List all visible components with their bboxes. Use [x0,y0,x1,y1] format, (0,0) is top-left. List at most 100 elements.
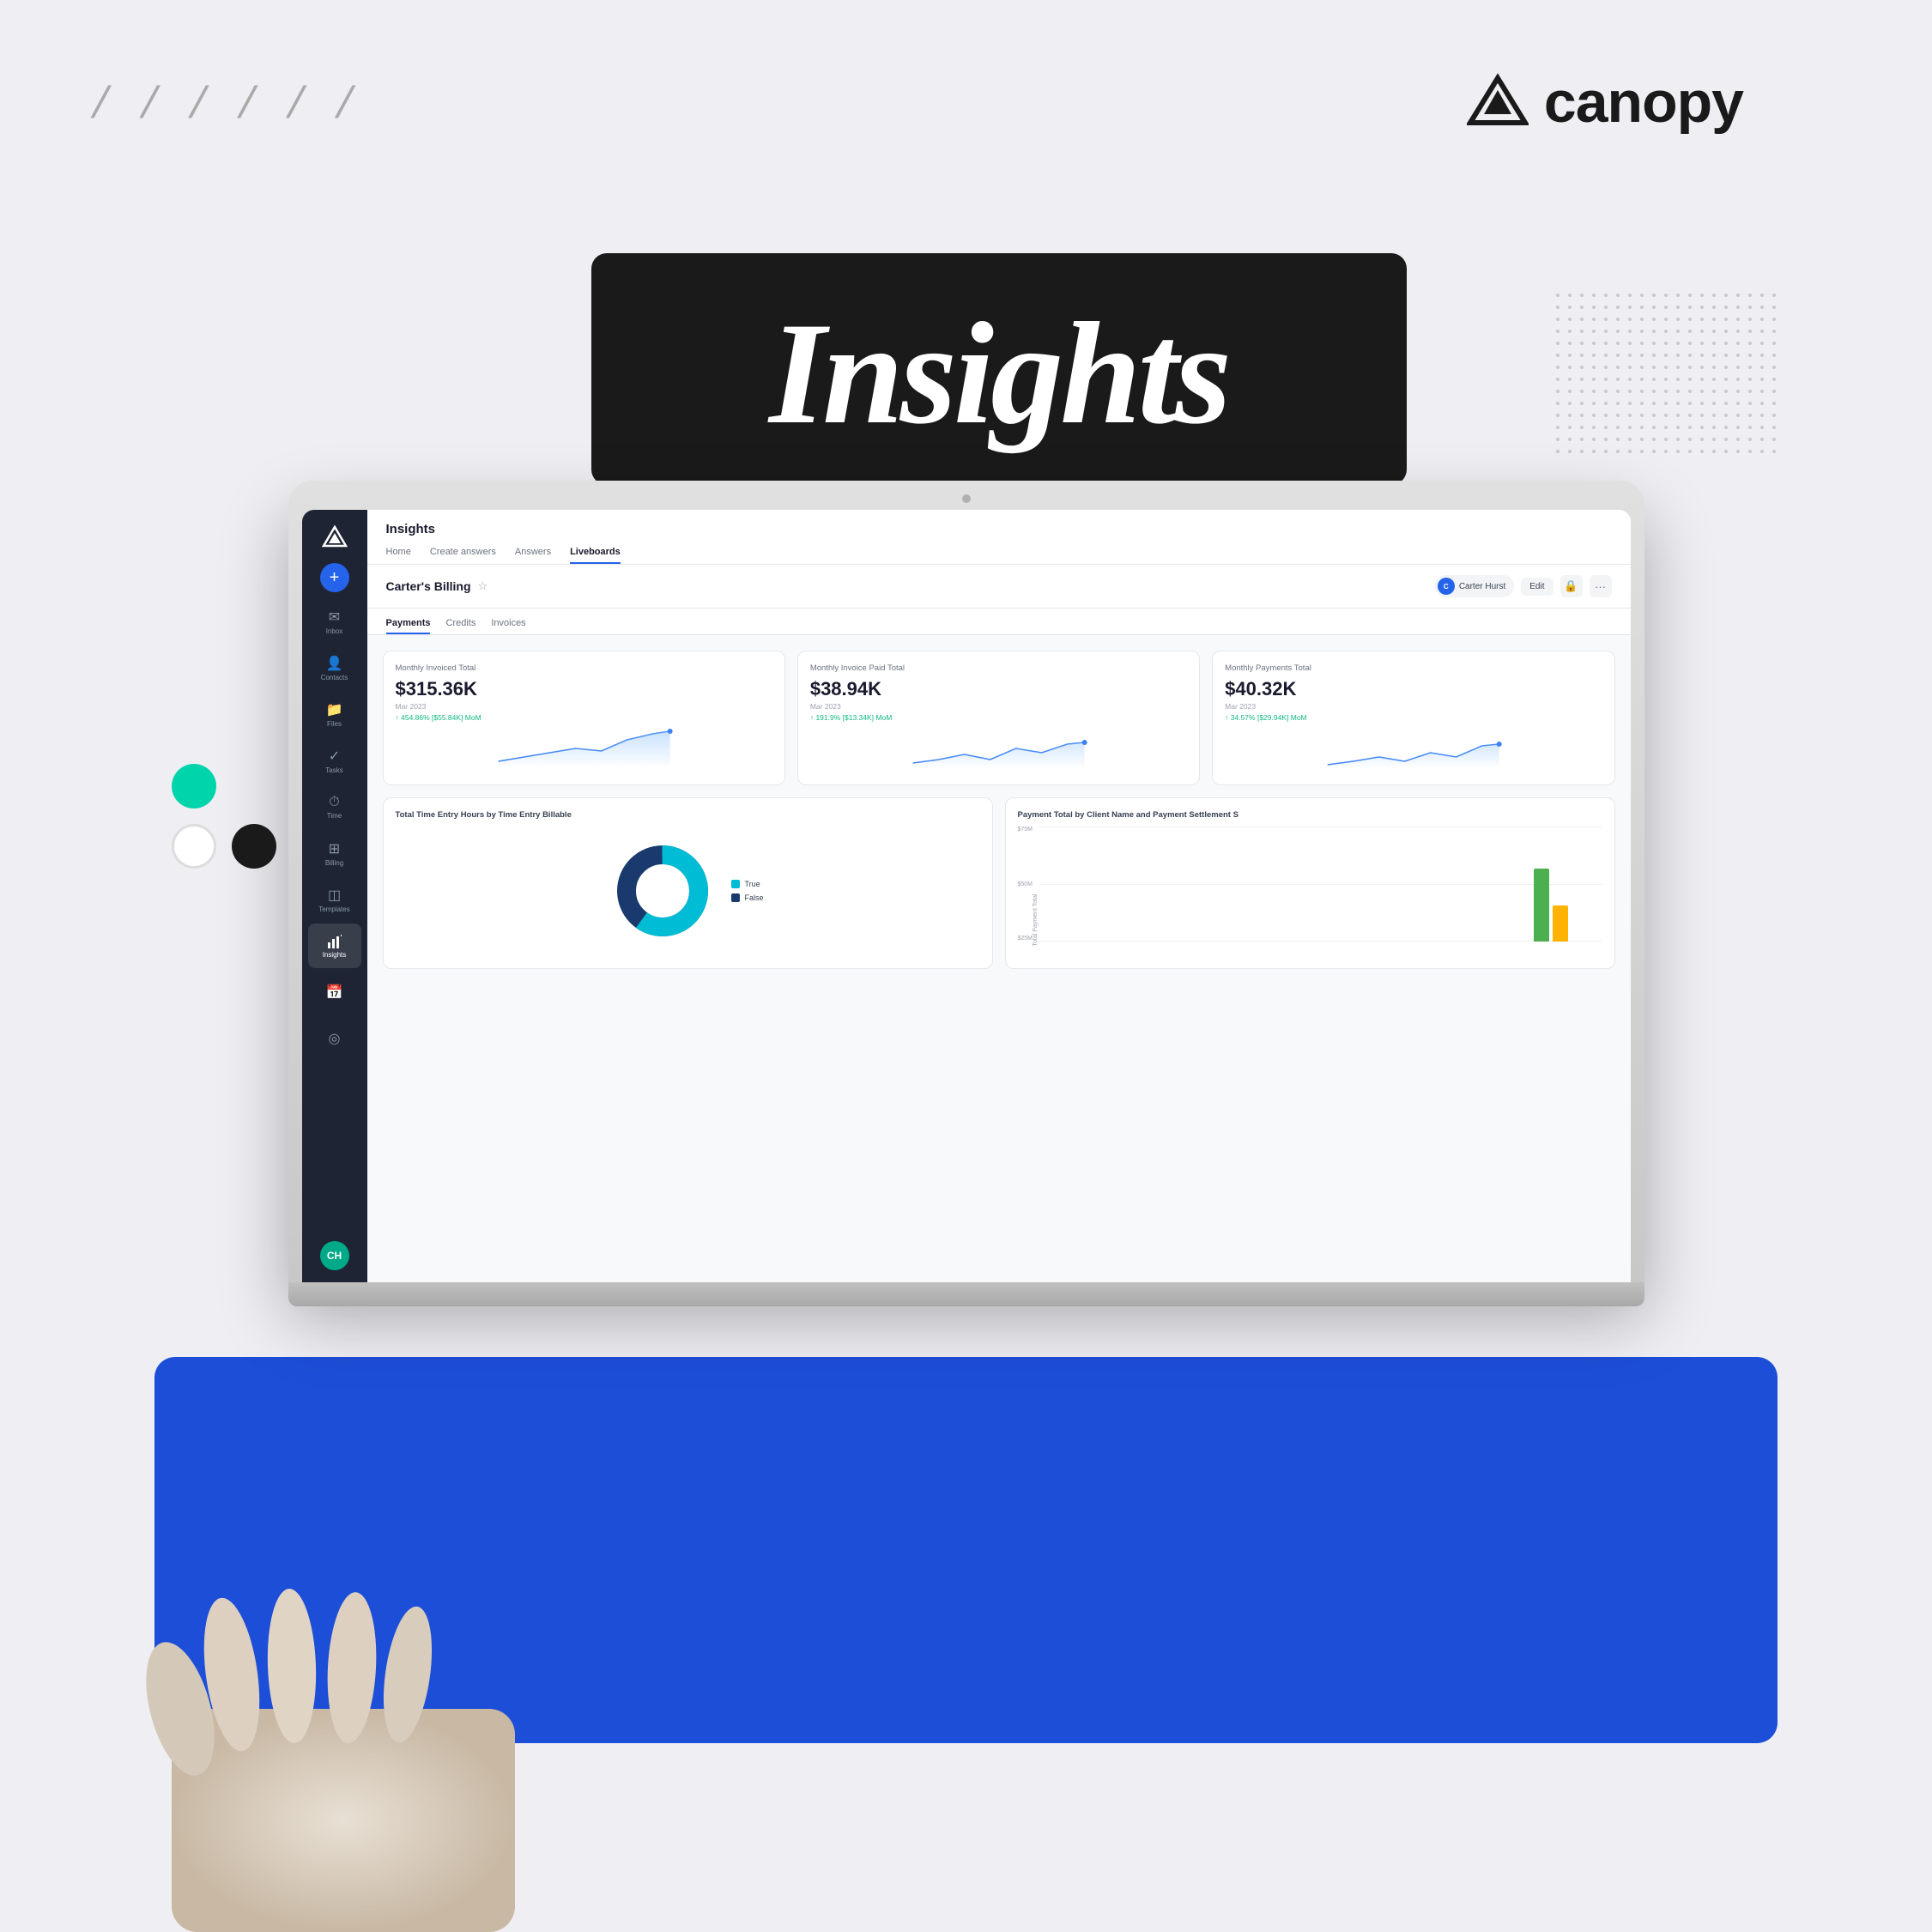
metric-value-invoiced: $315.36K [396,678,772,700]
sparkline-payments [1225,727,1602,768]
sidebar-item-insights[interactable]: Insights [308,924,361,968]
metric-date-invoiced: Mar 2023 [396,702,772,711]
sidebar-item-files[interactable]: 📁 Files [308,692,361,736]
sidebar-item-contacts[interactable]: 👤 Contacts [308,645,361,690]
decorative-slashes: / / / / / / [88,77,370,129]
metric-date-paid: Mar 2023 [810,702,1187,711]
dashboard-title-group: Carter's Billing ☆ [386,579,488,593]
metrics-row: Monthly Invoiced Total $315.36K Mar 2023… [383,651,1615,785]
sidebar-item-inbox[interactable]: ✉ Inbox [308,599,361,644]
metric-title-payments: Monthly Payments Total [1225,663,1602,673]
bar-yellow [1553,905,1568,942]
tab-home[interactable]: Home [386,542,411,564]
user-badge: C Carter Hurst [1435,575,1514,597]
metric-change-invoiced: ↑ 454.86% [$55.84K] MoM [396,713,772,722]
user-display-name: Carter Hurst [1459,582,1505,591]
laptop-frame: + ✉ Inbox 👤 Contacts 📁 Files ✓ Tasks [288,481,1644,1282]
app-header-title: Insights [386,522,1612,536]
laptop-wrapper: + ✉ Inbox 👤 Contacts 📁 Files ✓ Tasks [288,481,1644,1306]
time-icon: ⏱ [329,795,339,810]
metric-value-paid: $38.94K [810,678,1187,700]
sparkline-invoiced [396,727,772,768]
canopy-brand-text: canopy [1544,69,1743,136]
chart-card-donut: Total Time Entry Hours by Time Entry Bil… [383,797,993,969]
sub-tab-credits[interactable]: Credits [445,614,475,634]
edit-button[interactable]: Edit [1521,578,1553,596]
inbox-label: Inbox [326,627,343,635]
metric-change-paid: ↑ 191.9% [$13.34K] MoM [810,713,1187,722]
dashboard-header-bar: Carter's Billing ☆ C Carter Hurst Edit 🔒… [367,565,1631,609]
hand-decoration [69,1451,618,1932]
laptop-screen: + ✉ Inbox 👤 Contacts 📁 Files ✓ Tasks [302,510,1631,1282]
nav-tabs-container: Home Create answers Answers Liveboards [386,542,1612,564]
metric-value-payments: $40.32K [1225,678,1602,700]
dashboard-actions-group: C Carter Hurst Edit 🔒 ··· [1435,575,1612,597]
sidebar-item-learning[interactable]: ◎ [308,1016,361,1061]
sidebar-item-calendar[interactable]: 📅 [308,970,361,1014]
green-circle [172,764,216,809]
metric-title-paid: Monthly Invoice Paid Total [810,663,1187,673]
user-avatar-small: C [1438,578,1455,595]
calendar-icon: 📅 [326,984,343,1001]
tasks-label: Tasks [325,766,342,774]
app-sidebar: + ✉ Inbox 👤 Contacts 📁 Files ✓ Tasks [302,510,367,1282]
insights-icon [327,934,342,949]
user-avatar[interactable]: CH [320,1241,349,1270]
canopy-logo: canopy [1467,69,1743,136]
templates-label: Templates [318,905,349,913]
sidebar-item-billing[interactable]: ⊞ Billing [308,831,361,875]
favorite-star-icon[interactable]: ☆ [478,579,488,593]
sidebar-logo [319,522,350,553]
inbox-icon: ✉ [329,609,340,626]
sub-tab-invoices[interactable]: Invoices [491,614,525,634]
tasks-icon: ✓ [329,748,340,765]
tab-answers[interactable]: Answers [515,542,551,564]
charts-row: Total Time Entry Hours by Time Entry Bil… [383,797,1615,969]
sidebar-item-time[interactable]: ⏱ Time [308,784,361,829]
tab-liveboards[interactable]: Liveboards [570,542,621,564]
billing-label: Billing [325,859,343,867]
dashboard-title-text: Carter's Billing [386,579,471,593]
insights-banner-text: Insights [769,293,1228,454]
sidebar-item-tasks[interactable]: ✓ Tasks [308,738,361,783]
metric-title-invoiced: Monthly Invoiced Total [396,663,772,673]
white-circle [172,824,216,869]
user-initials: CH [327,1250,342,1262]
bar-green [1534,869,1549,942]
contacts-label: Contacts [321,674,348,681]
chart-title-bar: Payment Total by Client Name and Payment… [1018,810,1602,820]
files-icon: 📁 [326,701,343,718]
donut-chart-svg [611,839,714,942]
more-options-button[interactable]: ··· [1590,575,1612,597]
insights-banner: Insights [591,253,1407,485]
sparkline-paid [810,727,1187,768]
dot-pattern [1554,292,1778,455]
files-label: Files [327,720,342,728]
tab-create-answers[interactable]: Create answers [430,542,496,564]
metric-card-invoiced: Monthly Invoiced Total $315.36K Mar 2023… [383,651,785,785]
learning-icon: ◎ [329,1030,341,1047]
metric-card-payments: Monthly Payments Total $40.32K Mar 2023 … [1212,651,1614,785]
insights-label: Insights [323,951,347,959]
contacts-icon: 👤 [326,655,343,672]
billing-icon: ⊞ [329,840,340,857]
chart-card-bar: Payment Total by Client Name and Payment… [1005,797,1615,969]
sub-tab-payments[interactable]: Payments [386,614,431,634]
metric-date-payments: Mar 2023 [1225,702,1602,711]
laptop-camera [962,494,971,503]
app-header: Insights Home Create answers Answers Liv… [367,510,1631,565]
sidebar-item-templates[interactable]: ◫ Templates [308,877,361,922]
app-main-content: Insights Home Create answers Answers Liv… [367,510,1631,1282]
metric-card-paid: Monthly Invoice Paid Total $38.94K Mar 2… [797,651,1200,785]
templates-icon: ◫ [328,887,341,904]
share-button[interactable]: 🔒 [1560,575,1583,597]
black-circle [232,824,276,869]
sub-tabs-bar: Payments Credits Invoices [367,609,1631,635]
canopy-triangle-icon [1467,71,1529,133]
metric-change-payments: ↑ 34.57% [$29.94K] MoM [1225,713,1602,722]
add-button[interactable]: + [320,563,349,592]
laptop-base [288,1282,1644,1306]
user-avatar-initial: C [1444,583,1449,591]
dashboard-content-area: Monthly Invoiced Total $315.36K Mar 2023… [367,635,1631,1282]
time-label: Time [327,812,342,820]
